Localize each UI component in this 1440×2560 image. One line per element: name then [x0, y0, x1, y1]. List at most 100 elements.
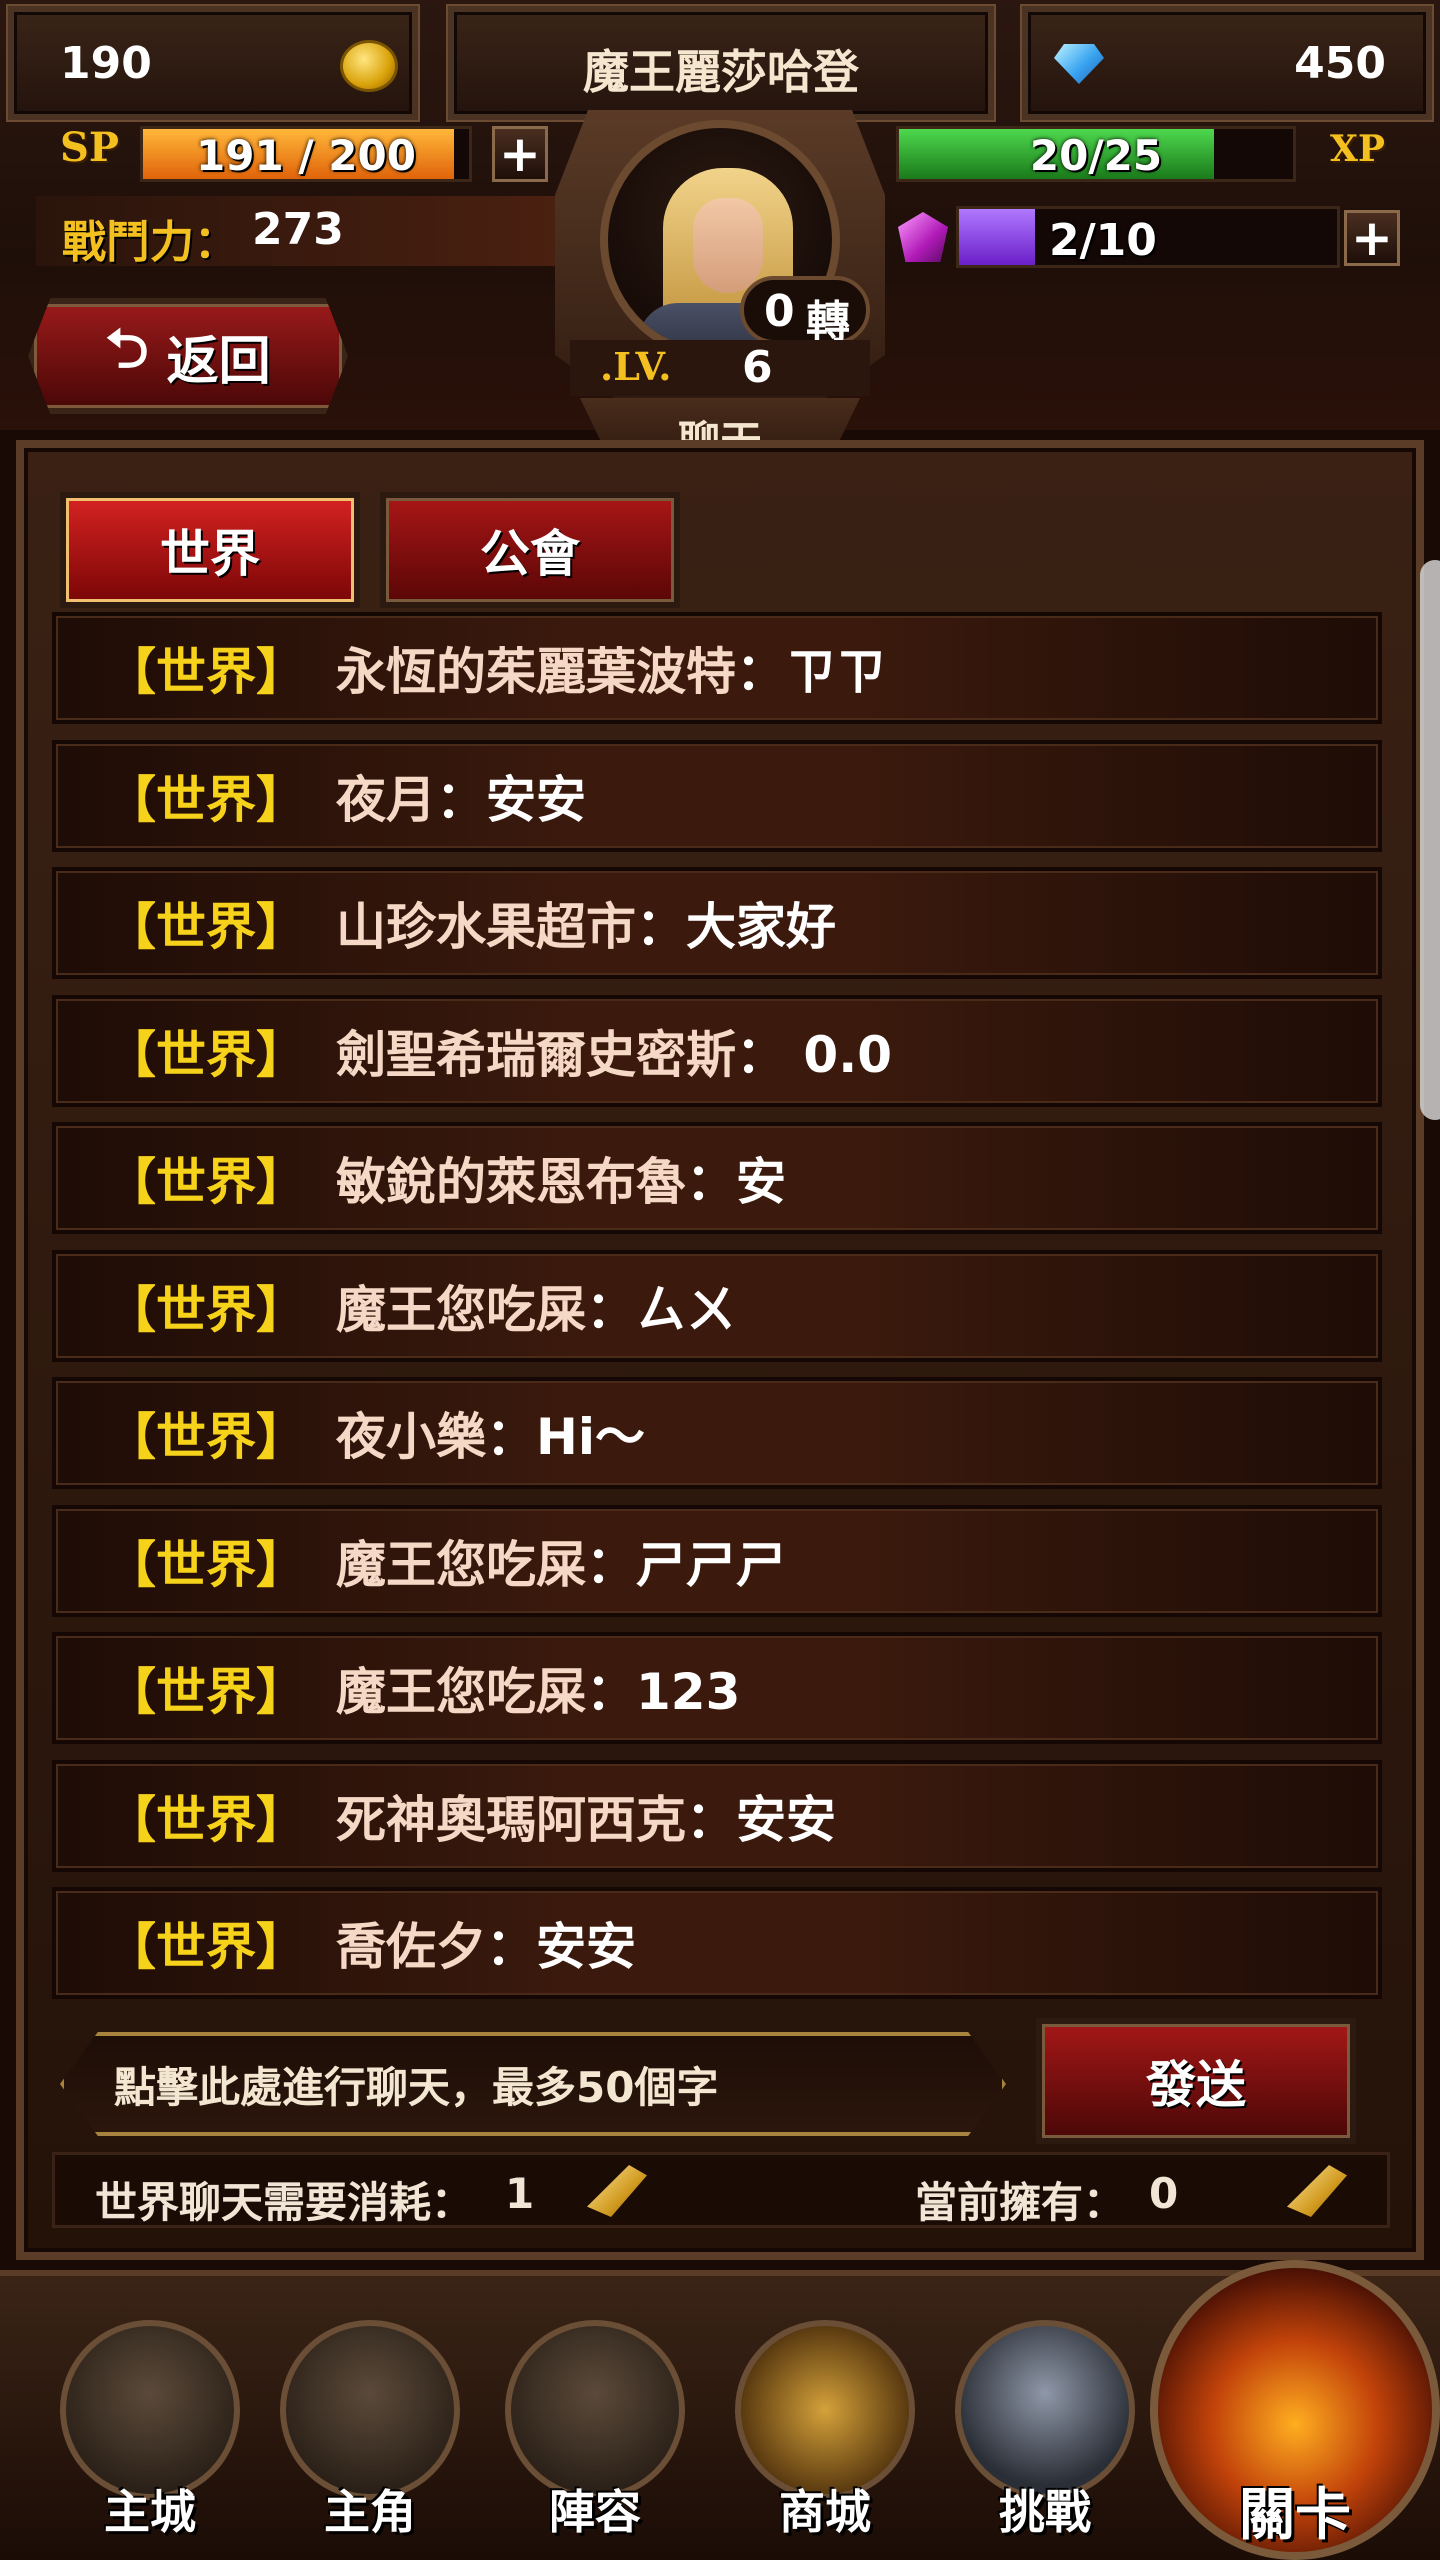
sender-name[interactable]: 山珍水果超市	[336, 887, 636, 959]
channel-tag: 【世界】	[106, 643, 306, 701]
message-text: ： 0.0	[736, 1025, 892, 1084]
channel-tag: 【世界】	[106, 1280, 306, 1339]
scroll-handle[interactable]	[1420, 560, 1440, 1120]
gem-bar-fill	[959, 209, 1035, 265]
channel-tag: 【世界】	[106, 1535, 306, 1594]
channel-tag: 【世界】	[106, 770, 306, 829]
back-label: 返回	[166, 331, 271, 392]
chat-message[interactable]: 【世界】 夜月 ：安安	[52, 739, 1382, 852]
message-text: ：安	[686, 1153, 786, 1211]
sp-plus-button[interactable]: +	[492, 126, 548, 182]
tab-guild-label: 公會	[480, 525, 580, 583]
combat-power-label: 戰鬥力：	[62, 217, 238, 268]
sender-name[interactable]: 夜小樂	[336, 1397, 486, 1469]
chat-cost-bar: 世界聊天需要消耗： 1 當前擁有： 0	[52, 2152, 1390, 2228]
gold-amount: 190	[60, 38, 152, 89]
sender-name[interactable]: 魔王您吃屎	[336, 1270, 586, 1342]
send-button-label: 發送	[1146, 2056, 1246, 2114]
nav-label: 主城	[104, 2485, 196, 2539]
chat-input-placeholder: 點擊此處進行聊天，最多50個字	[114, 2062, 719, 2112]
tab-world-label: 世界	[160, 525, 260, 583]
nav-stage-label[interactable]: 關卡	[1195, 2470, 1395, 2551]
nav-main-city[interactable]: 主城	[50, 2300, 250, 2560]
channel-tag: 【世界】	[106, 1663, 306, 1721]
nav-label: 陣容	[549, 2485, 641, 2539]
sender-name[interactable]: 喬佐夕	[336, 1907, 486, 1979]
sender-name[interactable]: 魔王您吃屎	[336, 1652, 586, 1724]
gold-box: 190	[8, 6, 418, 120]
sp-label: SP	[60, 124, 119, 171]
gold-coin-icon	[340, 40, 398, 92]
send-button[interactable]: 發送	[1036, 2018, 1356, 2144]
treasure-chest-icon	[735, 2320, 915, 2500]
sender-name[interactable]: 魔王您吃屎	[336, 1525, 586, 1597]
chat-message[interactable]: 【世界】 劍聖希瑞爾史密斯 ： 0.0	[52, 994, 1382, 1107]
chat-message[interactable]: 【世界】 山珍水果超市 ：大家好	[52, 867, 1382, 979]
back-arrow-icon: ⮌	[105, 317, 149, 380]
sender-name[interactable]: 夜月	[336, 760, 436, 832]
nav-hero[interactable]: 主角	[270, 2300, 470, 2560]
gem-value: 2/10	[1049, 215, 1157, 266]
xp-value: 20/25	[1029, 131, 1163, 180]
message-text: ：安安	[686, 1790, 836, 1849]
nav-shop[interactable]: 商城	[725, 2300, 925, 2560]
horn-icon	[1287, 2165, 1347, 2217]
hero-icon	[280, 2320, 460, 2500]
castle-icon	[60, 2320, 240, 2500]
sender-name[interactable]: 劍聖希瑞爾史密斯	[336, 1015, 736, 1087]
chat-list[interactable]: 【世界】 永恆的茱麗葉波特 ：ㄗㄗ 【世界】 夜月 ：安安 【世界】 山珍水果超…	[52, 612, 1382, 2015]
channel-tag: 【世界】	[106, 1918, 306, 1976]
chat-message[interactable]: 【世界】 夜小樂 ：Hi～	[52, 1377, 1382, 1489]
message-text: ：ㄕㄕㄕ	[586, 1535, 786, 1594]
cost-label: 世界聊天需要消耗：	[95, 2178, 474, 2227]
tab-world[interactable]: 世界	[60, 492, 360, 608]
sp-bar: 191 / 200	[140, 126, 472, 182]
crossed-swords-icon	[955, 2320, 1135, 2500]
message-text: ：安安	[436, 770, 586, 829]
nav-challenge[interactable]: 挑戰	[945, 2300, 1145, 2560]
chat-message[interactable]: 【世界】 魔王您吃屎 ：123	[52, 1632, 1382, 1744]
chat-message[interactable]: 【世界】 喬佐夕 ：安安	[52, 1887, 1382, 1999]
chat-input[interactable]: 點擊此處進行聊天，最多50個字	[60, 2032, 1006, 2136]
message-text: ：ㄗㄗ	[736, 643, 886, 701]
sender-name[interactable]: 死神奧瑪阿西克	[336, 1780, 686, 1852]
cost-value: 1	[505, 2169, 535, 2218]
chat-message[interactable]: 【世界】 魔王您吃屎 ：ㄙㄨ	[52, 1249, 1382, 1362]
combat-power-value: 273	[252, 204, 344, 255]
owned-label: 當前擁有：	[915, 2178, 1126, 2227]
diamond-icon	[1054, 44, 1104, 84]
channel-tag: 【世界】	[106, 1025, 306, 1084]
nav-label: 主角	[324, 2485, 416, 2539]
xp-label: XP	[1330, 128, 1386, 170]
message-text: ：123	[586, 1663, 741, 1721]
avatar-face	[693, 198, 763, 293]
diamond-amount: 450	[1294, 38, 1386, 89]
sp-value: 191 / 200	[196, 131, 416, 180]
formation-icon	[505, 2320, 685, 2500]
chat-message[interactable]: 【世界】 永恆的茱麗葉波特 ：ㄗㄗ	[52, 612, 1382, 724]
gem-plus-button[interactable]: +	[1344, 210, 1400, 266]
nav-formation[interactable]: 陣容	[495, 2300, 695, 2560]
player-name: 魔王麗莎哈登	[583, 45, 859, 99]
sender-name[interactable]: 永恆的茱麗葉波特	[336, 632, 736, 704]
tab-guild[interactable]: 公會	[380, 492, 680, 608]
xp-bar: 20/25	[896, 126, 1296, 182]
level-plate: .LV. 6	[570, 340, 870, 396]
message-text: ：大家好	[636, 898, 836, 956]
nav-label: 挑戰	[999, 2485, 1091, 2539]
rebirth-count: 0	[764, 286, 795, 337]
message-text: ：Hi～	[486, 1408, 645, 1466]
combat-power: 戰鬥力： 273	[36, 196, 556, 268]
rebirth-badge: 0 轉	[740, 276, 870, 348]
back-button[interactable]: ⮌ 返回	[28, 298, 348, 414]
level-value: 6	[742, 342, 773, 393]
sender-name[interactable]: 敏銳的萊恩布魯	[336, 1142, 686, 1214]
channel-tag: 【世界】	[106, 1153, 306, 1211]
chat-message[interactable]: 【世界】 魔王您吃屎 ：ㄕㄕㄕ	[52, 1504, 1382, 1617]
chat-message[interactable]: 【世界】 死神奧瑪阿西克 ：安安	[52, 1759, 1382, 1872]
chat-message[interactable]: 【世界】 敏銳的萊恩布魯 ：安	[52, 1122, 1382, 1234]
channel-tag: 【世界】	[106, 898, 306, 956]
gem-bar: 2/10	[956, 206, 1340, 268]
diamond-box: 450	[1022, 6, 1432, 120]
channel-tag: 【世界】	[106, 1790, 306, 1849]
